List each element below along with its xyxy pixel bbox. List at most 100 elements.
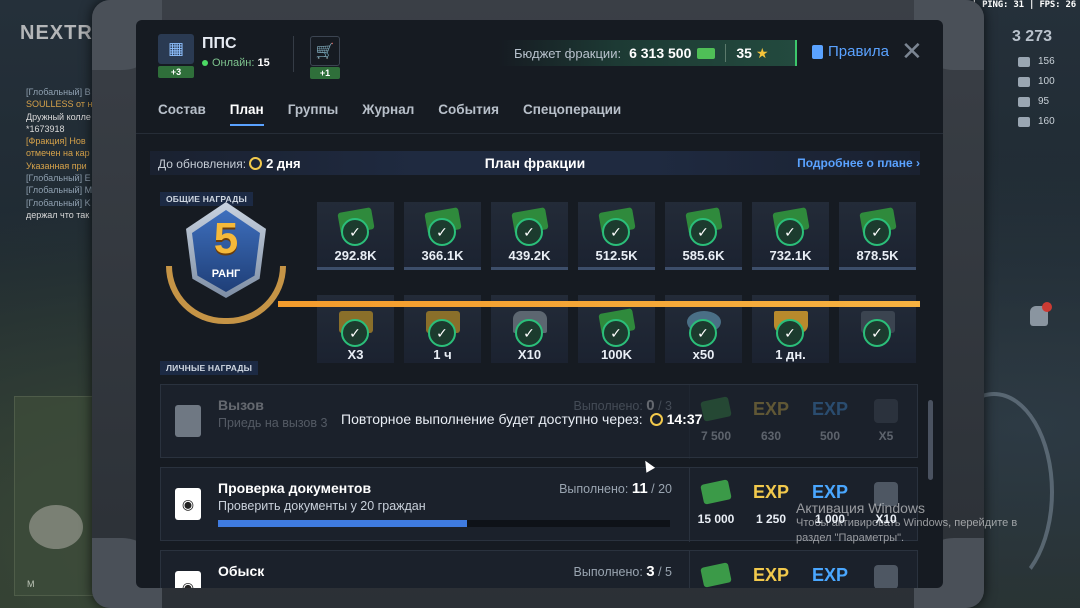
check-icon: ✓ — [341, 218, 369, 246]
rank-emblem: 5 РАНГ — [160, 196, 288, 332]
health-icon — [1018, 56, 1030, 67]
common-reward-cell[interactable]: ✓ 512.5K — [578, 202, 655, 270]
task-reward: EXP — [745, 551, 797, 588]
task-row[interactable]: Вызов Приедь на вызов 3 Выполнено: 0 / 37 … — [160, 384, 918, 459]
task-reward-value: 1 250 — [755, 512, 787, 526]
check-icon: ✓ — [776, 218, 804, 246]
tab-plan[interactable]: План — [229, 102, 264, 126]
scrollbar[interactable] — [928, 400, 933, 480]
tab-members[interactable]: Состав — [158, 102, 206, 126]
task-reward-value: 15 000 — [697, 512, 735, 526]
plan-details-link[interactable]: Подробнее о плане › — [797, 156, 920, 170]
rules-link[interactable]: Правила — [812, 43, 889, 60]
rank-label: РАНГ — [211, 268, 241, 280]
hud-stat-shield: 160 — [1018, 116, 1055, 127]
map-area — [29, 505, 83, 549]
budget-label: Бюджет фракции: — [514, 45, 622, 61]
task-reward: X5 — [860, 385, 912, 459]
notification-badge — [1042, 302, 1052, 312]
minimap[interactable]: M — [14, 396, 96, 596]
cart-button[interactable]: 🛒 — [310, 36, 340, 66]
common-reward-cell[interactable]: ✓ 292.8K — [317, 202, 394, 270]
task-row[interactable]: ◉ Обыск Выполнено: 3 / 5 EXP EXP — [160, 550, 918, 588]
task-name: Проверка документов — [218, 480, 372, 496]
common-reward-cell[interactable]: ✓ 366.1K — [404, 202, 481, 270]
close-icon[interactable]: ✕ — [901, 37, 923, 65]
cell-underline — [404, 267, 481, 270]
exp-gold-icon: EXP — [752, 482, 790, 502]
common-reward-value: 878.5K — [856, 248, 899, 263]
common-reward-value: 366.1K — [421, 248, 464, 263]
budget-value: 6 313 500 — [629, 45, 692, 61]
cell-underline — [665, 267, 742, 270]
cell-underline — [839, 267, 916, 270]
check-icon: ✓ — [515, 319, 543, 347]
star-icon: ★ — [755, 44, 769, 61]
hud-stat-health: 156 — [1018, 56, 1055, 67]
check-icon: ✓ — [689, 218, 717, 246]
server-logo: NEXTR — [20, 22, 93, 44]
tab-special-ops[interactable]: Спецоперации — [523, 102, 621, 126]
task-rewards: EXP EXP — [689, 551, 919, 588]
cell-underline — [317, 267, 394, 270]
check-icon: ✓ — [602, 218, 630, 246]
shield-icon — [1018, 116, 1030, 127]
exp-gold-icon: EXP — [752, 399, 790, 419]
cart-badge: +1 — [310, 67, 340, 79]
stars-count: 35 — [736, 45, 752, 61]
tab-bar: Состав План Группы Журнал События Спецоп… — [158, 102, 645, 126]
passport-icon: ◉ — [175, 571, 201, 588]
task-name: Вызов — [218, 397, 264, 413]
tab-groups[interactable]: Группы — [288, 102, 339, 126]
common-reward-cell[interactable]: ✓ 439.2K — [491, 202, 568, 270]
task-reward: EXP 500 — [804, 385, 856, 459]
faction-budget: Бюджет фракции: 6 313 500 35 ★ — [498, 40, 797, 66]
task-reward-value: 630 — [760, 429, 782, 443]
cell-underline — [491, 267, 568, 270]
case-icon — [874, 399, 898, 423]
task-progress-text: Выполнено: 3 / 5 — [573, 563, 672, 580]
tab-divider — [136, 133, 943, 134]
cell-underline — [752, 267, 829, 270]
common-reward-cell[interactable]: ✓ 878.5K — [839, 202, 916, 270]
check-icon: ✓ — [602, 319, 630, 347]
check-icon: ✓ — [341, 319, 369, 347]
rank-number: 5 — [213, 214, 239, 263]
task-description: Проверить документы у 20 граждан — [218, 499, 426, 513]
cash-icon — [700, 396, 732, 422]
tab-journal[interactable]: Журнал — [362, 102, 414, 126]
tab-events[interactable]: События — [438, 102, 499, 126]
common-reward-value: 512.5K — [595, 248, 638, 263]
org-name: ППС — [202, 35, 237, 52]
exp-blue-icon: EXP — [811, 399, 849, 419]
exp-blue-icon: EXP — [811, 565, 849, 585]
hud-stat-food: 95 — [1018, 96, 1049, 107]
cart-icon: 🛒 — [315, 43, 335, 60]
check-icon: ✓ — [689, 319, 717, 347]
task-description: Приедь на вызов 3 — [218, 416, 328, 430]
task-reward — [860, 551, 912, 588]
food-icon — [1018, 96, 1030, 107]
divider — [725, 44, 727, 62]
personal-reward-value: X10 — [517, 347, 542, 362]
check-icon: ✓ — [428, 319, 456, 347]
check-icon: ✓ — [428, 218, 456, 246]
progress-fill — [218, 520, 467, 527]
personal-reward-value: X3 — [347, 347, 364, 362]
common-reward-cell[interactable]: ✓ 732.1K — [752, 202, 829, 270]
personal-reward-value: x50 — [692, 347, 715, 362]
plan-progress-line — [278, 301, 920, 307]
cash-icon — [697, 47, 716, 59]
task-reward-value: 7 500 — [700, 429, 732, 443]
hud-stat-armor: 100 — [1018, 76, 1055, 87]
police-car-icon — [175, 405, 201, 437]
task-name: Обыск — [218, 563, 265, 579]
task-reward: EXP 630 — [745, 385, 797, 459]
check-icon: ✓ — [776, 319, 804, 347]
cash-icon — [700, 562, 732, 588]
online-status: Онлайн: 15 — [202, 57, 270, 69]
check-icon: ✓ — [863, 218, 891, 246]
cash-icon — [700, 479, 732, 505]
org-level-badge: +3 — [158, 66, 194, 78]
common-reward-cell[interactable]: ✓ 585.6K — [665, 202, 742, 270]
